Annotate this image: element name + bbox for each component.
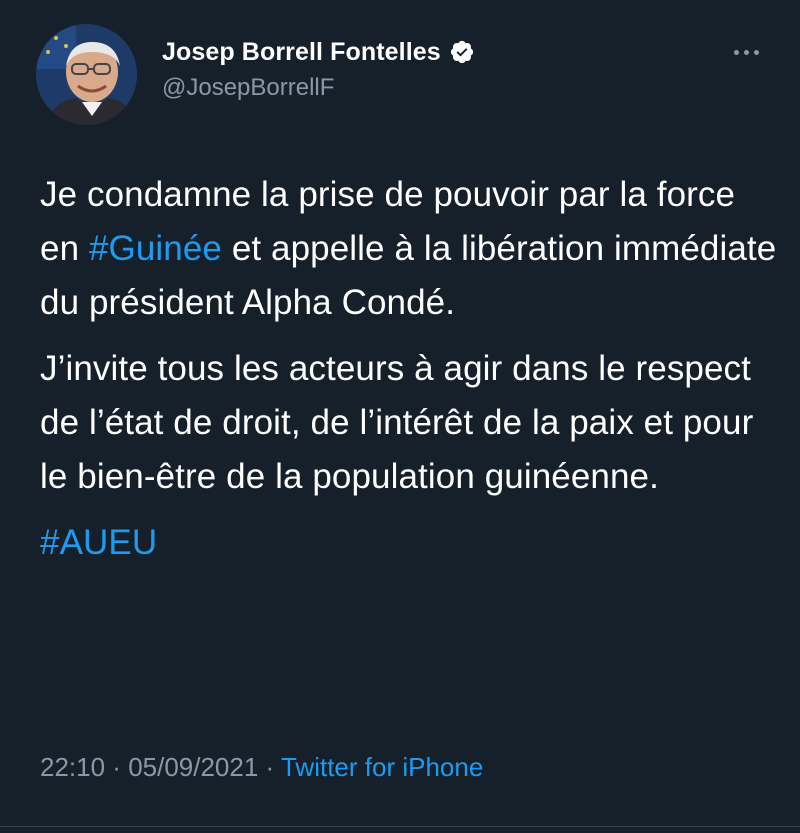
- more-horizontal-icon: [733, 49, 739, 55]
- author-identity: Josep Borrell Fontelles @JosepBorrellF: [162, 34, 475, 102]
- tweet-time[interactable]: 22:10: [40, 752, 105, 782]
- tweet-header: Josep Borrell Fontelles @JosepBorrellF: [36, 24, 776, 128]
- more-horizontal-icon-dot: [743, 49, 749, 55]
- tweet-paragraph: Je condamne la prise de pouvoir par la f…: [40, 168, 780, 330]
- more-horizontal-icon-dot: [753, 49, 759, 55]
- meta-separator: ·: [258, 752, 281, 782]
- tweet-source-link[interactable]: Twitter for iPhone: [281, 752, 483, 782]
- tweet-meta: 22:10 · 05/09/2021 · Twitter for iPhone: [40, 752, 483, 783]
- tweet-card: Josep Borrell Fontelles @JosepBorrellF J…: [0, 0, 800, 833]
- hashtag-link[interactable]: #Guinée: [89, 229, 222, 268]
- more-options-button[interactable]: [726, 40, 766, 64]
- author-display-name[interactable]: Josep Borrell Fontelles: [162, 38, 441, 67]
- tweet-paragraph: #AUEU: [40, 516, 780, 570]
- verified-badge-icon: [449, 39, 475, 65]
- divider: [0, 826, 800, 827]
- tweet-text: Je condamne la prise de pouvoir par la f…: [40, 168, 780, 570]
- profile-photo-icon: [36, 24, 137, 125]
- name-row: Josep Borrell Fontelles: [162, 34, 475, 70]
- tweet-date[interactable]: 05/09/2021: [128, 752, 258, 782]
- meta-separator: ·: [105, 752, 129, 782]
- hashtag-link[interactable]: #AUEU: [40, 523, 157, 562]
- tweet-paragraph: J’invite tous les acteurs à agir dans le…: [40, 349, 754, 496]
- avatar[interactable]: [36, 24, 137, 125]
- author-handle[interactable]: @JosepBorrellF: [162, 74, 475, 102]
